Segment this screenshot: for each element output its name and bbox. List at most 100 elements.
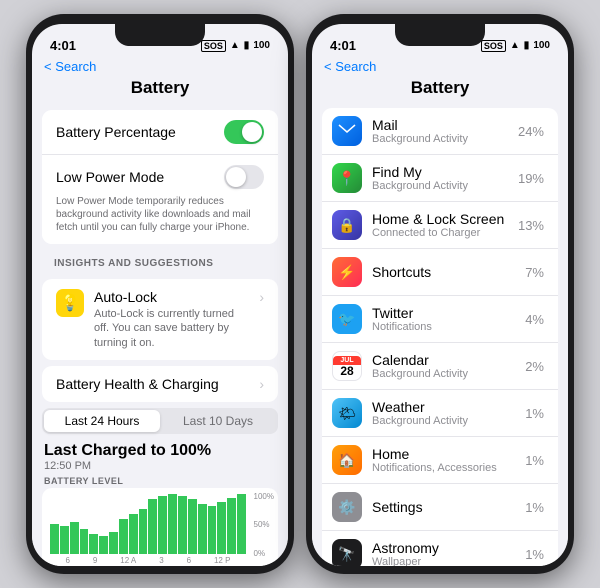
bar-1	[50, 524, 59, 554]
home-pct: 1%	[525, 453, 544, 468]
low-power-sublabel: Low Power Mode temporarily reduces backg…	[56, 191, 264, 234]
bar-3	[70, 522, 79, 554]
back-nav-right[interactable]: < Search	[312, 57, 568, 76]
bar-15	[188, 499, 197, 554]
battery-pct-right: 100	[533, 40, 550, 51]
battery-level-label: BATTERY LEVEL	[32, 472, 288, 488]
list-item[interactable]: ⚡ Shortcuts 7%	[322, 249, 558, 296]
sos-badge-right: SOS	[481, 40, 506, 52]
battery-health-row[interactable]: Battery Health & Charging ›	[42, 366, 278, 402]
weather-pct: 1%	[525, 406, 544, 421]
list-item[interactable]: 🔭 Astronomy Wallpaper 1%	[322, 531, 558, 566]
chart-bars	[50, 494, 270, 554]
bar-10	[139, 509, 148, 554]
astronomy-icon: 🔭	[332, 539, 362, 566]
bar-5	[89, 534, 98, 554]
battery-percentage-row[interactable]: Battery Percentage	[42, 110, 278, 155]
bar-6	[99, 536, 108, 554]
tab-24h[interactable]: Last 24 Hours	[44, 410, 160, 432]
right-content: Mail Background Activity 24% 📍 Find My B…	[312, 104, 568, 566]
low-power-label: Low Power Mode	[56, 169, 224, 185]
list-item[interactable]: ⚙️ Settings 1%	[322, 484, 558, 531]
battery-percentage-label: Battery Percentage	[56, 124, 224, 140]
notch	[115, 24, 205, 46]
time-right: 4:01	[330, 38, 356, 53]
chevron-right-icon-2: ›	[259, 376, 264, 392]
calendar-info: Calendar Background Activity	[372, 352, 515, 380]
list-item[interactable]: JUL 28 Calendar Background Activity 2%	[322, 343, 558, 390]
nav-title-bar-left: Battery	[32, 76, 288, 104]
findmy-info: Find My Background Activity	[372, 164, 508, 192]
shortcuts-icon: ⚡	[332, 257, 362, 287]
findmy-sub: Background Activity	[372, 180, 508, 192]
shortcuts-pct: 7%	[525, 265, 544, 280]
astronomy-info: Astronomy Wallpaper	[372, 540, 515, 566]
weather-icon: 🌤	[332, 398, 362, 428]
left-content: Battery Percentage Low Power Mode	[32, 104, 288, 566]
time-left: 4:01	[50, 38, 76, 53]
astronomy-name: Astronomy	[372, 540, 515, 556]
mail-sub: Background Activity	[372, 133, 508, 145]
weather-info: Weather Background Activity	[372, 399, 515, 427]
chevron-right-icon: ›	[259, 289, 264, 305]
settings-name: Settings	[372, 499, 515, 515]
list-item[interactable]: 🐦 Twitter Notifications 4%	[322, 296, 558, 343]
homelock-sub: Connected to Charger	[372, 227, 508, 239]
list-item[interactable]: 🔒 Home & Lock Screen Connected to Charge…	[322, 202, 558, 249]
insight-group: 💡 Auto-Lock Auto-Lock is currently turne…	[42, 279, 278, 360]
bar-16	[198, 504, 207, 554]
tab-10d[interactable]: Last 10 Days	[160, 410, 276, 432]
toggle-knob-2	[226, 167, 246, 187]
insight-content: Auto-Lock Auto-Lock is currently turned …	[94, 289, 249, 350]
shortcuts-info: Shortcuts	[372, 264, 515, 280]
mail-icon	[332, 116, 362, 146]
list-item[interactable]: Mail Background Activity 24%	[322, 108, 558, 155]
home-info: Home Notifications, Accessories	[372, 446, 515, 474]
battery-icon-right: ▮	[524, 40, 530, 51]
settings-icon: ⚙️	[332, 492, 362, 522]
sos-badge-left: SOS	[201, 40, 226, 52]
calendar-name: Calendar	[372, 352, 515, 368]
auto-lock-row[interactable]: 💡 Auto-Lock Auto-Lock is currently turne…	[42, 279, 278, 360]
twitter-name: Twitter	[372, 305, 515, 321]
list-item[interactable]: 🏠 Home Notifications, Accessories 1%	[322, 437, 558, 484]
home-name: Home	[372, 446, 515, 462]
low-power-row[interactable]: Low Power Mode Low Power Mode temporaril…	[42, 155, 278, 244]
twitter-pct: 4%	[525, 312, 544, 327]
chart-y-labels: 100% 50% 0%	[254, 492, 274, 558]
page-title-left: Battery	[131, 78, 190, 98]
bar-19	[227, 498, 236, 554]
low-power-toggle[interactable]	[224, 165, 264, 189]
battery-health-group: Battery Health & Charging ›	[42, 366, 278, 402]
battery-chart: 100% 50% 0%	[42, 488, 278, 566]
homelock-pct: 13%	[518, 218, 544, 233]
battery-icon-left: ▮	[244, 40, 250, 51]
battery-percentage-toggle[interactable]	[224, 120, 264, 144]
mail-pct: 24%	[518, 124, 544, 139]
back-nav-left[interactable]: < Search	[32, 57, 288, 76]
home-icon: 🏠	[332, 445, 362, 475]
mail-name: Mail	[372, 117, 508, 133]
list-item[interactable]: 📍 Find My Background Activity 19%	[322, 155, 558, 202]
list-item[interactable]: 🌤 Weather Background Activity 1%	[322, 390, 558, 437]
calendar-icon: JUL 28	[332, 351, 362, 381]
status-right-right: SOS ▲ ▮ 100	[481, 40, 550, 52]
app-list: Mail Background Activity 24% 📍 Find My B…	[322, 108, 558, 566]
settings-info: Settings	[372, 499, 515, 515]
notch-right	[395, 24, 485, 46]
toggle-knob	[242, 122, 262, 142]
settings-pct: 1%	[525, 500, 544, 515]
phones-container: 4:01 SOS ▲ ▮ 100 < Search Battery Batter	[16, 4, 584, 584]
home-sub: Notifications, Accessories	[372, 462, 515, 474]
chart-x-labels: 6 9 12 A 3 6 12 P	[50, 554, 270, 565]
bar-17	[208, 506, 217, 554]
bar-7	[109, 532, 118, 554]
settings-group-top: Battery Percentage Low Power Mode	[42, 110, 278, 244]
weather-name: Weather	[372, 399, 515, 415]
charged-info: Last Charged to 100% 12:50 PM	[32, 438, 288, 472]
nav-title-bar-right: Battery	[312, 76, 568, 104]
status-right-left: SOS ▲ ▮ 100	[201, 40, 270, 52]
time-tabs: Last 24 Hours Last 10 Days	[42, 408, 278, 434]
calendar-pct: 2%	[525, 359, 544, 374]
findmy-icon: 📍	[332, 163, 362, 193]
